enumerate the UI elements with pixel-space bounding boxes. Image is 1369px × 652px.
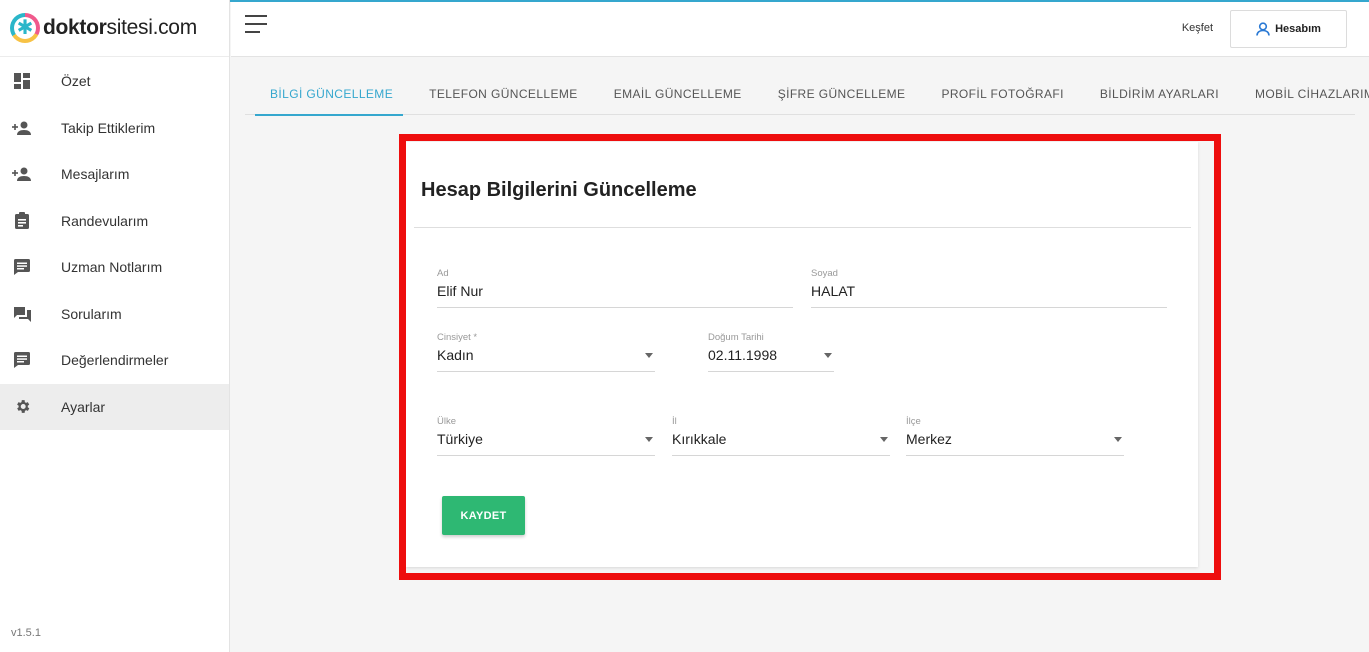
gender-value: Kadın	[437, 347, 474, 363]
tab-bilgi-guncelleme[interactable]: BİLGİ GÜNCELLEME	[245, 75, 411, 116]
account-info-card: Hesap Bilgilerini Güncelleme Ad Elif Nur…	[406, 142, 1198, 567]
card-title: Hesap Bilgilerini Güncelleme	[421, 179, 697, 201]
city-value: Kırıkkale	[672, 431, 727, 447]
last-name-label: Soyad	[811, 268, 838, 279]
brand-name: doktorsitesi.com	[43, 16, 197, 39]
first-name-label: Ad	[437, 268, 449, 279]
logo-icon: ✱	[10, 13, 40, 43]
tab-email-guncelleme[interactable]: EMAİL GÜNCELLEME	[596, 75, 760, 115]
account-button[interactable]: Hesabım	[1230, 10, 1347, 48]
birth-date-label: Doğum Tarihi	[708, 332, 764, 343]
tab-telefon-guncelleme[interactable]: TELEFON GÜNCELLEME	[411, 75, 596, 115]
tab-mobil-cihazlarim[interactable]: MOBİL CİHAZLARIM	[1237, 75, 1369, 115]
birth-date-picker[interactable]: Doğum Tarihi 02.11.1998	[708, 332, 834, 372]
account-label: Hesabım	[1275, 23, 1321, 35]
tab-profil-fotografi[interactable]: PROFİL FOTOĞRAFI	[923, 75, 1081, 115]
chevron-down-icon	[645, 353, 653, 358]
sidebar-item-label: Ayarlar	[61, 398, 106, 415]
first-name-field[interactable]: Ad Elif Nur	[437, 268, 793, 308]
district-select[interactable]: İlçe Merkez	[906, 416, 1124, 456]
user-icon	[1256, 22, 1270, 36]
clipboard-icon	[12, 211, 32, 231]
country-select[interactable]: Ülke Türkiye	[437, 416, 655, 456]
gender-select[interactable]: Cinsiyet * Kadın	[437, 332, 655, 372]
sidebar-item-takip[interactable]: Takip Ettiklerim	[0, 105, 229, 152]
chevron-down-icon	[880, 437, 888, 442]
person-add-icon	[12, 118, 32, 138]
birth-date-value: 02.11.1998	[708, 347, 778, 363]
gear-icon	[12, 397, 32, 417]
chevron-down-icon	[645, 437, 653, 442]
sidebar-item-label: Sorularım	[61, 305, 122, 322]
chevron-down-icon	[824, 353, 832, 358]
comment-icon	[12, 257, 32, 277]
sidebar-item-degerlendirmeler[interactable]: Değerlendirmeler	[0, 337, 229, 384]
sidebar-nav: Özet Takip Ettiklerim Mesajlarım Randevu…	[0, 58, 229, 430]
first-name-value: Elif Nur	[437, 283, 483, 299]
sidebar-item-ayarlar[interactable]: Ayarlar	[0, 383, 229, 430]
save-button[interactable]: KAYDET	[442, 496, 525, 535]
sidebar-item-label: Değerlendirmeler	[61, 352, 169, 369]
sidebar-item-label: Takip Ettiklerim	[61, 119, 156, 136]
country-value: Türkiye	[437, 431, 483, 447]
city-label: İl	[672, 416, 677, 427]
gender-label: Cinsiyet *	[437, 332, 478, 343]
person-add-icon	[12, 164, 32, 184]
country-label: Ülke	[437, 416, 457, 427]
tab-bildirim-ayarlari[interactable]: BİLDİRİM AYARLARI	[1082, 75, 1237, 115]
sidebar-item-label: Özet	[61, 73, 91, 90]
version-label: v1.5.1	[11, 627, 41, 639]
last-name-field[interactable]: Soyad HALAT	[811, 268, 1167, 308]
chevron-down-icon	[1114, 437, 1122, 442]
brand-logo[interactable]: ✱ doktorsitesi.com	[0, 0, 229, 57]
menu-icon[interactable]	[245, 15, 267, 37]
district-label: İlçe	[906, 416, 921, 427]
settings-tabs: BİLGİ GÜNCELLEME TELEFON GÜNCELLEME EMAİ…	[245, 75, 1369, 116]
comment-icon	[12, 350, 32, 370]
city-select[interactable]: İl Kırıkkale	[672, 416, 890, 456]
top-header: Keşfet Hesabım	[231, 2, 1369, 57]
sidebar-item-randevular[interactable]: Randevularım	[0, 198, 229, 245]
sidebar-item-mesajlar[interactable]: Mesajlarım	[0, 151, 229, 198]
tab-sifre-guncelleme[interactable]: ŞİFRE GÜNCELLEME	[760, 75, 924, 115]
explore-link[interactable]: Keşfet	[1182, 22, 1213, 34]
dashboard-icon	[12, 71, 32, 91]
sidebar-item-label: Randevularım	[61, 212, 149, 229]
sidebar-item-ozet[interactable]: Özet	[0, 58, 229, 105]
sidebar-item-uzman-notlari[interactable]: Uzman Notlarım	[0, 244, 229, 291]
sidebar-item-label: Mesajlarım	[61, 166, 130, 183]
sidebar: ✱ doktorsitesi.com Özet Takip Ettiklerim…	[0, 0, 230, 652]
district-value: Merkez	[906, 431, 952, 447]
last-name-value: HALAT	[811, 283, 856, 299]
sidebar-item-label: Uzman Notlarım	[61, 259, 163, 276]
forum-icon	[12, 304, 32, 324]
sidebar-item-sorular[interactable]: Sorularım	[0, 291, 229, 338]
card-divider	[414, 227, 1191, 228]
